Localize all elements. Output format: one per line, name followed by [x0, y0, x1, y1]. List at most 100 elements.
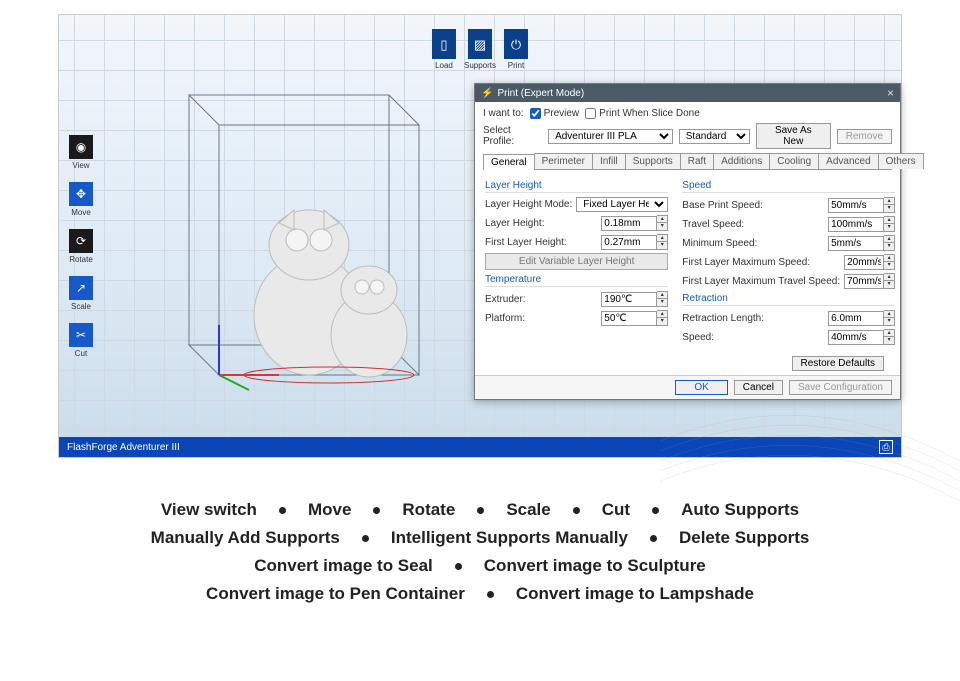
- bullet-icon: [573, 507, 580, 514]
- min-speed-label: Minimum Speed:: [682, 238, 757, 249]
- min-speed-input[interactable]: ▴▾: [828, 235, 895, 251]
- bullet-icon: [279, 507, 286, 514]
- cancel-button[interactable]: Cancel: [734, 380, 783, 395]
- tab-others[interactable]: Others: [878, 153, 924, 169]
- cut-icon: ✂: [76, 328, 86, 342]
- bullet-icon: [455, 563, 462, 570]
- feature-list: View switch Move Rotate Scale Cut Auto S…: [0, 492, 960, 612]
- retract-len-label: Retraction Length:: [682, 313, 764, 324]
- section-retraction: Retraction: [682, 293, 895, 306]
- tab-additions[interactable]: Additions: [713, 153, 770, 169]
- rotate-button[interactable]: ⟳: [69, 229, 93, 253]
- supports-button[interactable]: ▨: [468, 29, 492, 59]
- print-when-done-checkbox[interactable]: Print When Slice Done: [585, 108, 700, 119]
- move-label: Move: [71, 208, 91, 217]
- platform-label: Platform:: [485, 313, 525, 324]
- dialog-title: Print (Expert Mode): [497, 88, 584, 99]
- view-button[interactable]: ◉: [69, 135, 93, 159]
- print-label: Print: [508, 61, 524, 70]
- retract-speed-label: Speed:: [682, 332, 714, 343]
- feature-item: Convert image to Pen Container: [206, 584, 465, 604]
- settings-tabs: General Perimeter Infill Supports Raft A…: [483, 153, 892, 170]
- travel-speed-label: Travel Speed:: [682, 219, 744, 230]
- feature-item: Cut: [602, 500, 630, 520]
- rotate-icon: ⟳: [76, 234, 86, 248]
- feature-item: Rotate: [402, 500, 455, 520]
- ok-button[interactable]: OK: [675, 380, 727, 395]
- edit-variable-button: Edit Variable Layer Height: [485, 253, 668, 270]
- section-speed: Speed: [682, 180, 895, 193]
- base-speed-input[interactable]: ▴▾: [828, 197, 895, 213]
- scale-button[interactable]: ↗: [69, 276, 93, 300]
- layer-mode-select[interactable]: Fixed Layer Height: [576, 197, 668, 212]
- bullet-icon: [652, 507, 659, 514]
- section-layer-height: Layer Height: [485, 180, 668, 193]
- tab-raft[interactable]: Raft: [680, 153, 714, 169]
- fl-max-travel-label: First Layer Maximum Travel Speed:: [682, 276, 840, 287]
- retract-len-input[interactable]: ▴▾: [828, 310, 895, 326]
- close-icon[interactable]: ×: [887, 86, 894, 100]
- tab-infill[interactable]: Infill: [592, 153, 626, 169]
- remove-button: Remove: [837, 129, 892, 144]
- move-icon: ✥: [76, 187, 86, 201]
- feature-item: Intelligent Supports Manually: [391, 528, 628, 548]
- feature-item: Convert image to Seal: [254, 556, 433, 576]
- save-as-new-button[interactable]: Save As New: [756, 123, 831, 149]
- platform-input[interactable]: ▴▾: [601, 310, 668, 326]
- base-speed-label: Base Print Speed:: [682, 200, 763, 211]
- print-button[interactable]: ⏻: [504, 29, 528, 59]
- feature-item: View switch: [161, 500, 257, 520]
- profile-select[interactable]: Adventurer III PLA: [548, 129, 673, 144]
- eye-icon: ◉: [76, 140, 86, 154]
- bullet-icon: [477, 507, 484, 514]
- supports-icon: ▨: [474, 38, 486, 51]
- scale-icon: ↗: [76, 281, 86, 295]
- layer-height-label: Layer Height:: [485, 218, 544, 229]
- top-toolbar: ▯ Load ▨ Supports ⏻ Print: [432, 29, 528, 70]
- retract-speed-input[interactable]: ▴▾: [828, 329, 895, 345]
- move-button[interactable]: ✥: [69, 182, 93, 206]
- print-dialog: ⚡ Print (Expert Mode) × I want to: Previe…: [474, 83, 901, 400]
- slicer-app-window: ▯ Load ▨ Supports ⏻ Print ◉ View ✥ Move …: [58, 14, 902, 458]
- cut-label: Cut: [75, 349, 87, 358]
- bullet-icon: [487, 591, 494, 598]
- feature-item: Scale: [506, 500, 550, 520]
- travel-speed-input[interactable]: ▴▾: [828, 216, 895, 232]
- feature-item: Auto Supports: [681, 500, 799, 520]
- tab-supports[interactable]: Supports: [625, 153, 681, 169]
- feature-item: Convert image to Lampshade: [516, 584, 754, 604]
- tab-cooling[interactable]: Cooling: [769, 153, 819, 169]
- section-temperature: Temperature: [485, 274, 668, 287]
- file-icon: ▯: [440, 38, 447, 51]
- bullet-icon: [362, 535, 369, 542]
- preview-checkbox[interactable]: Preview: [530, 108, 580, 119]
- load-button[interactable]: ▯: [432, 29, 456, 59]
- status-bar: FlashForge Adventurer III ⎙: [59, 437, 901, 457]
- dialog-titlebar[interactable]: ⚡ Print (Expert Mode) ×: [475, 84, 900, 102]
- supports-label: Supports: [464, 61, 496, 70]
- extruder-input[interactable]: ▴▾: [601, 291, 668, 307]
- quality-select[interactable]: Standard: [679, 129, 750, 144]
- fl-max-speed-input[interactable]: ▴▾: [844, 254, 895, 270]
- first-layer-label: First Layer Height:: [485, 237, 567, 248]
- first-layer-input[interactable]: ▴▾: [601, 234, 668, 250]
- rotate-label: Rotate: [69, 255, 93, 264]
- left-toolbar: ◉ View ✥ Move ⟳ Rotate ↗ Scale ✂ Cut: [69, 135, 93, 358]
- layer-mode-label: Layer Height Mode:: [485, 199, 572, 210]
- save-config-button: Save Configuration: [789, 380, 892, 395]
- i-want-to-label: I want to:: [483, 108, 524, 119]
- layer-height-input[interactable]: ▴▾: [601, 215, 668, 231]
- tab-general[interactable]: General: [483, 154, 535, 170]
- tab-advanced[interactable]: Advanced: [818, 153, 878, 169]
- scale-label: Scale: [71, 302, 91, 311]
- tab-perimeter[interactable]: Perimeter: [534, 153, 593, 169]
- feature-item: Delete Supports: [679, 528, 809, 548]
- restore-defaults-button[interactable]: Restore Defaults: [792, 356, 884, 371]
- cut-button[interactable]: ✂: [69, 323, 93, 347]
- bolt-icon: ⚡: [481, 88, 493, 99]
- build-volume[interactable]: [159, 65, 439, 395]
- status-connect-icon[interactable]: ⎙: [879, 440, 893, 454]
- feature-item: Manually Add Supports: [151, 528, 340, 548]
- fl-max-travel-input[interactable]: ▴▾: [844, 273, 895, 289]
- feature-item: Move: [308, 500, 351, 520]
